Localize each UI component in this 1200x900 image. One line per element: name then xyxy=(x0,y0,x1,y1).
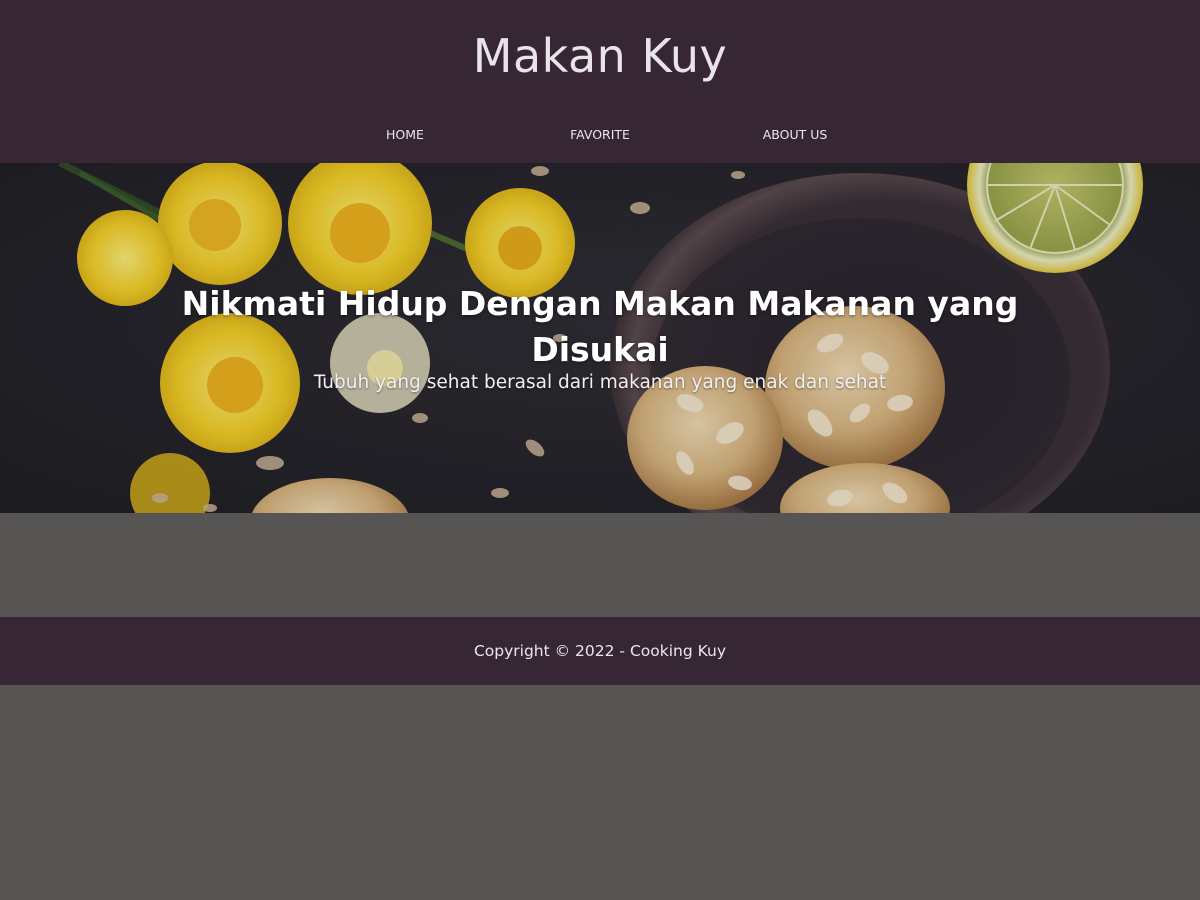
nav-about-us-link[interactable]: ABOUT US xyxy=(735,126,855,144)
hero-section: Nikmati Hidup Dengan Makan Makanan yang … xyxy=(0,163,1200,513)
site-brand-title: Makan Kuy xyxy=(472,29,728,83)
site-footer: Copyright © 2022 - Cooking Kuy xyxy=(0,617,1200,685)
hero-subtitle: Tubuh yang sehat berasal dari makanan ya… xyxy=(313,372,887,393)
site-header: Makan Kuy HOME FAVORITE ABOUT US xyxy=(0,0,1200,163)
main-content-area xyxy=(0,513,1200,617)
page-bottom-area xyxy=(0,685,1200,900)
hero-title: Nikmati Hidup Dengan Makan Makanan yang … xyxy=(181,284,1019,369)
footer-copyright: Copyright © 2022 - Cooking Kuy xyxy=(473,642,727,660)
nav-favorite-link[interactable]: FAVORITE xyxy=(540,126,660,144)
nav-home-link[interactable]: HOME xyxy=(345,126,465,144)
main-nav: HOME FAVORITE ABOUT US xyxy=(0,126,1200,144)
